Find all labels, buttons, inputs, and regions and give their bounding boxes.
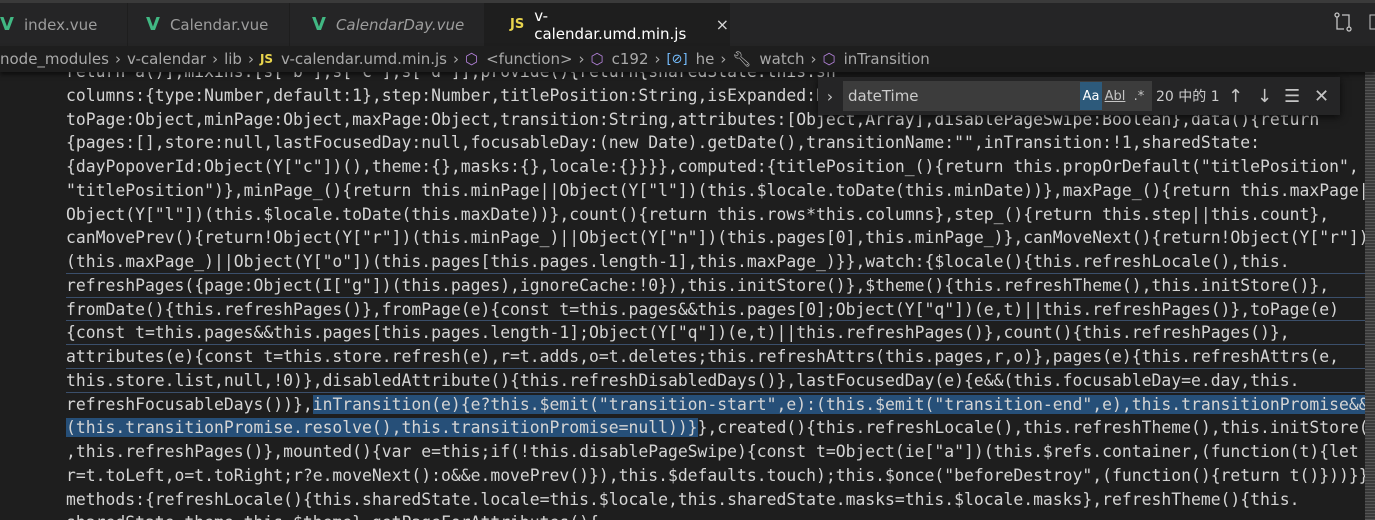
- code-line: canMovePrev(){return!Object(Y["r"])(this…: [66, 228, 1365, 248]
- tab-label: CalendarDay.vue: [335, 15, 465, 34]
- split-editor-icon[interactable]: [1369, 13, 1375, 36]
- breadcrumb-he[interactable]: he: [696, 50, 715, 68]
- breadcrumb-watch[interactable]: watch: [759, 50, 804, 68]
- code-line: ,this.refreshPages()},mounted(){var e=th…: [66, 442, 1359, 461]
- match-case-toggle[interactable]: Aa: [1080, 82, 1102, 110]
- find-in-selection-icon[interactable]: ☰: [1284, 86, 1300, 107]
- breadcrumb-file[interactable]: v-calendar.umd.min.js: [281, 50, 447, 68]
- find-widget: › dateTime Aa Abl .* 20 中的 1 ↑ ↓ ☰ ✕: [818, 77, 1340, 115]
- code-line: {const t=this.pages&&this.pages[this.pag…: [66, 321, 1365, 345]
- code-line: "titlePosition")},minPage_(){return this…: [66, 180, 1365, 200]
- vue-icon: V: [312, 14, 326, 35]
- breadcrumb-intransition[interactable]: inTransition: [844, 50, 930, 68]
- open-changes-icon[interactable]: [1333, 11, 1353, 38]
- tab-calendarday-vue[interactable]: V CalendarDay.vue: [290, 3, 485, 46]
- code-line: {pages:[],store:null,lastFocusedDay:null…: [66, 133, 1261, 153]
- code-segment: refreshFocusableDays())},: [66, 394, 313, 414]
- code-line: (this.maxPage_)||Object(Y["o"])(this.pag…: [66, 250, 1365, 274]
- cube-icon: ⬡: [822, 50, 836, 68]
- code-line: refreshFocusableDays())},inTransition(e)…: [66, 393, 1365, 417]
- code-line: fromDate(){this.refreshPages()},fromPage…: [66, 298, 1365, 322]
- variable-icon: [⊘]: [666, 51, 688, 67]
- breadcrumb: node_modules › v-calendar › lib › JS v-c…: [0, 46, 1375, 72]
- wrench-icon: 🔧︎: [732, 50, 752, 68]
- code-line: r=t.toLeft,o=t.toRight;r?e.moveNext():o&…: [66, 465, 1365, 485]
- tab-label: index.vue: [23, 15, 98, 34]
- chevron-right-icon: ›: [810, 50, 817, 68]
- js-icon: JS: [259, 52, 274, 66]
- cube-icon: ⬡: [465, 50, 479, 68]
- find-input-value: dateTime: [848, 87, 919, 105]
- close-icon[interactable]: ×: [716, 15, 729, 34]
- js-icon: JS: [510, 17, 525, 32]
- minimap-scrollbar[interactable]: [1365, 72, 1375, 520]
- close-find-icon[interactable]: ✕: [1314, 86, 1329, 107]
- match-count: 20 中的 1: [1156, 89, 1220, 105]
- vue-icon: V: [0, 14, 14, 35]
- vue-icon: V: [146, 14, 160, 35]
- chevron-right-icon: ›: [114, 50, 121, 68]
- chevron-right-icon: ›: [578, 50, 585, 68]
- code-line: (this.transitionPromise.resolve(),this.t…: [66, 416, 1365, 440]
- previous-match-arrow-up-icon[interactable]: ↑: [1228, 86, 1243, 107]
- find-input[interactable]: dateTime Aa Abl .*: [843, 81, 1152, 111]
- code-line: {dayPopoverId:Object(Y["c"])(),theme:{},…: [66, 157, 1359, 176]
- toggle-replace-icon[interactable]: ›: [818, 87, 842, 106]
- breadcrumb-lib[interactable]: lib: [224, 50, 242, 68]
- code-line: Object(Y["l"])(this.$locale.toDate(this.…: [66, 204, 1330, 224]
- chevron-right-icon: ›: [453, 50, 459, 68]
- chevron-right-icon: ›: [654, 50, 661, 68]
- code-line: methods:{refreshLocale(){this.sharedStat…: [66, 489, 1300, 509]
- next-match-arrow-down-icon[interactable]: ↓: [1257, 86, 1272, 107]
- selected-code: inTransition(e){e?this.$emit("transition…: [312, 394, 1365, 414]
- chevron-right-icon: ›: [247, 50, 254, 68]
- breadcrumb-c192[interactable]: c192: [612, 50, 649, 68]
- code-line: attributes(e){const t=this.store.refresh…: [66, 345, 1365, 369]
- tab-calendar-vue[interactable]: V Calendar.vue: [128, 3, 290, 46]
- whole-word-toggle[interactable]: Abl: [1104, 82, 1126, 110]
- regex-toggle[interactable]: .*: [1128, 82, 1150, 110]
- tab-label: v-calendar.umd.min.js: [534, 6, 687, 43]
- editor-tab-bar: V index.vue V Calendar.vue V CalendarDay…: [0, 3, 1375, 46]
- breadcrumb-v-calendar[interactable]: v-calendar: [127, 50, 206, 68]
- chevron-right-icon: ›: [212, 50, 219, 68]
- code-lines: return a()],mixins:[s["b"],s["c"],s["d"]…: [66, 72, 1365, 520]
- tab-index-vue[interactable]: V index.vue: [0, 3, 128, 46]
- code-segment: },created(){this.refreshLocale(),this.re…: [697, 418, 1365, 438]
- selected-code: (this.transitionPromise.resolve(),this.t…: [66, 418, 698, 438]
- chevron-right-icon: ›: [720, 50, 727, 68]
- tab-label: Calendar.vue: [169, 15, 269, 34]
- code-editor[interactable]: return a()],mixins:[s["b"],s["c"],s["d"]…: [0, 72, 1365, 520]
- breadcrumb-function[interactable]: <function>: [486, 50, 572, 68]
- tab-v-calendar-umd-min-js[interactable]: JS v-calendar.umd.min.js ×: [485, 3, 730, 46]
- cube-icon: ⬡: [590, 50, 604, 68]
- editor-actions: [1333, 3, 1375, 46]
- code-line: sharedState.theme=this.$theme},getPageFo…: [66, 511, 1365, 520]
- code-line: this.store.list,null,!0)},disabledAttrib…: [66, 369, 1365, 393]
- code-line: refreshPages({page:Object(I["g"])(this.p…: [66, 274, 1365, 298]
- breadcrumb-node-modules[interactable]: node_modules: [0, 50, 109, 68]
